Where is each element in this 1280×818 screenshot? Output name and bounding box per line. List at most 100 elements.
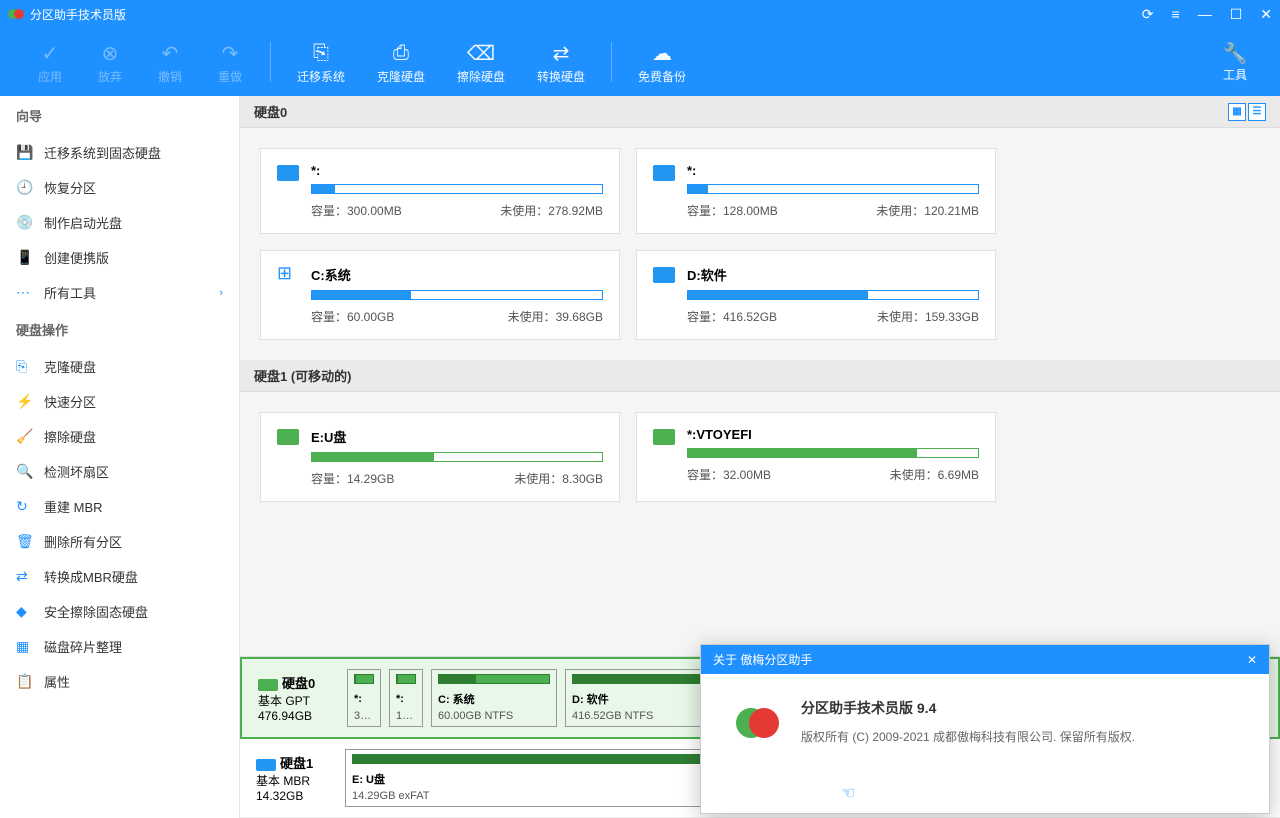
- disk-segment[interactable]: *: 30...: [347, 669, 381, 727]
- menu-icon[interactable]: ≡: [1172, 6, 1180, 23]
- view-grid-button[interactable]: ▦: [1228, 103, 1246, 121]
- segment-name: *:: [396, 693, 416, 705]
- backup-icon: ☁: [652, 40, 672, 68]
- sidebar-icon: ◆: [16, 603, 36, 620]
- discard-button[interactable]: ⊗放弃: [80, 32, 140, 92]
- partition-grid-0: *: 容量：300.00MB 未使用：278.92MB *: 容量：128.00…: [240, 128, 1280, 360]
- sidebar-item-label: 安全擦除固态硬盘: [44, 602, 148, 621]
- partition-card[interactable]: *: 容量：128.00MB 未使用：120.21MB: [636, 148, 996, 234]
- sidebar-diskop-item-9[interactable]: 📋 属性: [0, 664, 239, 699]
- clone-button[interactable]: ⎙克隆硬盘: [361, 32, 441, 92]
- partition-name: *:VTOYEFI: [687, 427, 979, 442]
- minimize-icon[interactable]: —: [1198, 6, 1212, 23]
- disk-segment[interactable]: *: 12...: [389, 669, 423, 727]
- sidebar-diskop-item-3[interactable]: 🔍 检测坏扇区: [0, 454, 239, 489]
- usage-bar: [687, 184, 979, 194]
- partition-name: E:U盘: [311, 427, 603, 446]
- maximize-icon[interactable]: ☐: [1230, 6, 1243, 23]
- partition-card[interactable]: C:系统 容量：60.00GB 未使用：39.68GB: [260, 250, 620, 340]
- partition-name: *:: [687, 163, 979, 178]
- sidebar-diskop-item-0[interactable]: ⎘ 克隆硬盘: [0, 349, 239, 384]
- sidebar-diskop-item-5[interactable]: 🗑 删除所有分区: [0, 524, 239, 559]
- segment-size: 60.00GB NTFS: [438, 710, 550, 722]
- disk-bar-size: 476.94GB: [258, 709, 335, 723]
- sidebar-icon: 💾: [16, 144, 36, 161]
- about-logo-icon: [731, 698, 781, 748]
- partition-name: D:软件: [687, 265, 979, 284]
- usage-bar: [311, 290, 603, 300]
- sidebar-icon: ⚡: [16, 393, 36, 410]
- capacity-label: 容量：32.00MB: [687, 466, 771, 483]
- dialog-titlebar: 关于 傲梅分区助手 ✕: [701, 645, 1269, 674]
- app-title: 分区助手技术员版: [30, 6, 1142, 23]
- refresh-icon[interactable]: ⟳: [1142, 6, 1154, 23]
- chevron-right-icon: ›: [219, 287, 223, 299]
- convert-icon: ⇄: [553, 40, 570, 68]
- convert-button[interactable]: ⇄转换硬盘: [521, 32, 601, 92]
- sidebar-wizard-item-3[interactable]: 📱 创建便携版: [0, 240, 239, 275]
- segment-bar: [354, 674, 374, 684]
- sidebar-item-label: 所有工具: [44, 283, 96, 302]
- partition-card[interactable]: D:软件 容量：416.52GB 未使用：159.33GB: [636, 250, 996, 340]
- sidebar-icon: 💿: [16, 214, 36, 231]
- redo-icon: ↷: [222, 40, 239, 68]
- partition-card[interactable]: *: 容量：300.00MB 未使用：278.92MB: [260, 148, 620, 234]
- sidebar-item-label: 删除所有分区: [44, 532, 122, 551]
- sidebar-icon: 📱: [16, 249, 36, 266]
- sidebar-wizard-item-0[interactable]: 💾 迁移系统到固态硬盘: [0, 135, 239, 170]
- disk-bar-name: 硬盘1: [280, 756, 313, 771]
- backup-button[interactable]: ☁免费备份: [622, 32, 702, 92]
- drive-icon: [277, 267, 299, 283]
- clone-icon: ⎙: [393, 40, 409, 68]
- partition-card[interactable]: E:U盘 容量：14.29GB 未使用：8.30GB: [260, 412, 620, 502]
- redo-button[interactable]: ↷重做: [200, 32, 260, 92]
- sidebar-icon: 🗑: [16, 533, 36, 550]
- undo-button[interactable]: ↶撤销: [140, 32, 200, 92]
- dialog-close-icon[interactable]: ✕: [1247, 653, 1257, 667]
- sidebar-item-label: 制作启动光盘: [44, 213, 122, 232]
- usage-bar: [311, 452, 603, 462]
- sidebar-icon: ⎘: [16, 358, 36, 375]
- sidebar-diskop-item-7[interactable]: ◆ 安全擦除固态硬盘: [0, 594, 239, 629]
- sidebar-diskop-item-8[interactable]: ▦ 磁盘碎片整理: [0, 629, 239, 664]
- sidebar-icon: 🕘: [16, 179, 36, 196]
- sidebar-item-label: 属性: [44, 672, 70, 691]
- apply-button[interactable]: ✓应用: [20, 32, 80, 92]
- close-icon[interactable]: ✕: [1260, 6, 1272, 23]
- sidebar-wizard-item-1[interactable]: 🕘 恢复分区: [0, 170, 239, 205]
- partition-name: C:系统: [311, 265, 603, 284]
- sidebar-item-label: 创建便携版: [44, 248, 109, 267]
- partition-card[interactable]: *:VTOYEFI 容量：32.00MB 未使用：6.69MB: [636, 412, 996, 502]
- segment-size: 12...: [396, 710, 416, 722]
- disk-icon: [256, 759, 276, 771]
- sidebar-item-label: 迁移系统到固态硬盘: [44, 143, 161, 162]
- window-controls: ⟳ ≡ — ☐ ✕: [1142, 6, 1272, 23]
- disk-segment[interactable]: C: 系统 60.00GB NTFS: [431, 669, 557, 727]
- about-copyright: 版权所有 (C) 2009-2021 成都傲梅科技有限公司. 保留所有版权.: [801, 728, 1135, 745]
- undo-icon: ↶: [162, 40, 179, 68]
- sidebar-diskops-header: 硬盘操作: [0, 310, 239, 349]
- drive-icon: [653, 165, 675, 181]
- sidebar-diskop-item-4[interactable]: ↻ 重建 MBR: [0, 489, 239, 524]
- dialog-title: 关于 傲梅分区助手: [713, 651, 812, 668]
- migrate-button[interactable]: ⎘迁移系统: [281, 32, 361, 92]
- disk-bar-size: 14.32GB: [256, 789, 333, 803]
- free-label: 未使用：8.30GB: [514, 470, 603, 487]
- sidebar-icon: ▦: [16, 638, 36, 655]
- tools-button[interactable]: 🔧工具: [1210, 41, 1260, 83]
- cancel-icon: ⊗: [102, 40, 119, 68]
- drive-icon: [277, 165, 299, 181]
- sidebar-diskop-item-1[interactable]: ⚡ 快速分区: [0, 384, 239, 419]
- capacity-label: 容量：300.00MB: [311, 202, 402, 219]
- sidebar-diskop-item-2[interactable]: 🧹 擦除硬盘: [0, 419, 239, 454]
- partition-grid-1: E:U盘 容量：14.29GB 未使用：8.30GB *:VTOYEFI 容量：…: [240, 392, 1280, 522]
- sidebar-wizard-item-2[interactable]: 💿 制作启动光盘: [0, 205, 239, 240]
- view-list-button[interactable]: ☰: [1248, 103, 1266, 121]
- free-label: 未使用：120.21MB: [876, 202, 979, 219]
- sidebar-diskop-item-6[interactable]: ⇄ 转换成MBR硬盘: [0, 559, 239, 594]
- sidebar-item-label: 恢复分区: [44, 178, 96, 197]
- app-logo-icon: [8, 6, 24, 22]
- sidebar-wizard-item-4[interactable]: ⋯ 所有工具 ›: [0, 275, 239, 310]
- disk-header-1: 硬盘1 (可移动的): [240, 360, 1280, 392]
- wipe-button[interactable]: ⌫擦除硬盘: [441, 32, 521, 92]
